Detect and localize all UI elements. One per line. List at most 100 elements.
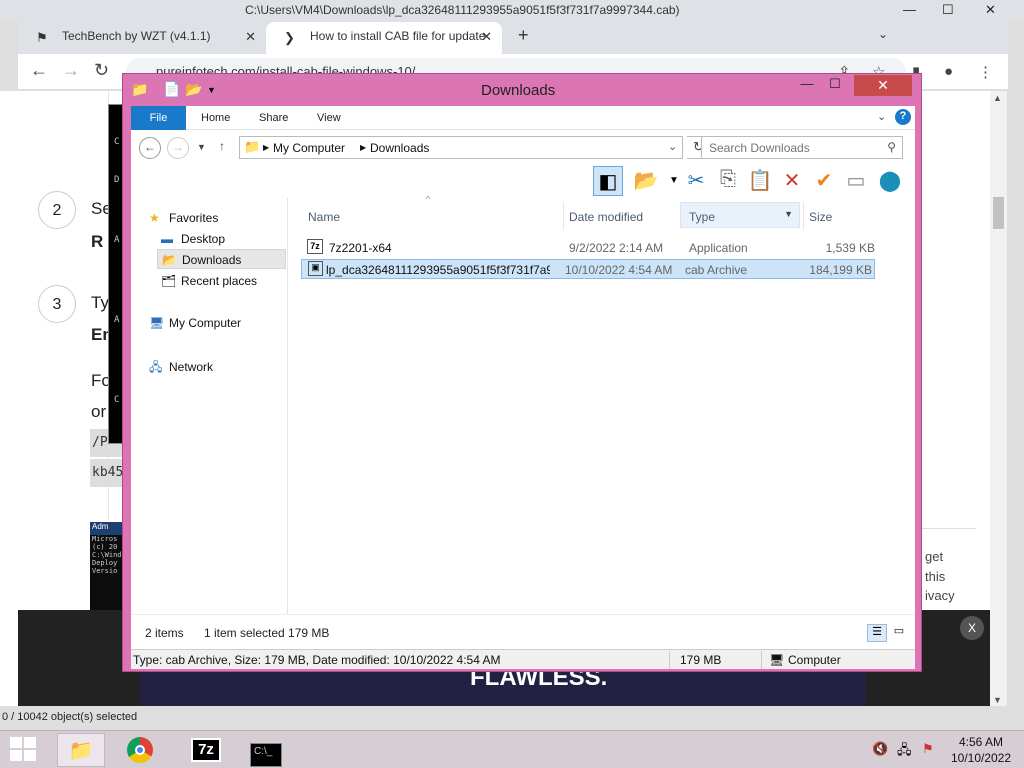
properties-icon[interactable]: 📄	[163, 81, 180, 98]
nav-favorites[interactable]: ★ Favorites	[149, 208, 218, 228]
tab-share[interactable]: Share	[259, 106, 288, 130]
tab-techbench[interactable]: ⚑ TechBench by WZT (v4.1.1) ✕	[18, 22, 266, 54]
step-number-2: 2	[38, 191, 76, 229]
forward-icon[interactable]: →	[62, 60, 80, 81]
close-icon[interactable]: ✕	[985, 2, 996, 18]
back-icon[interactable]: ←	[139, 137, 161, 159]
scroll-thumb[interactable]	[993, 197, 1004, 229]
column-filter-icon[interactable]: ▼	[784, 209, 793, 219]
file-date: 9/2/2022 2:14 AM	[569, 241, 664, 255]
back-icon[interactable]: ←	[30, 60, 48, 81]
ribbon-tabs: File Home Share View ⌄ ?	[131, 106, 915, 130]
new-tab-icon[interactable]: +	[518, 25, 529, 46]
page-scrollbar[interactable]: ▲ ▼	[990, 91, 1007, 711]
chrome-icon[interactable]	[116, 733, 164, 767]
column-date-modified[interactable]: Date modified	[569, 210, 643, 224]
thumbnail-titlebar: Adm	[90, 522, 123, 535]
tab-file[interactable]: File	[131, 106, 186, 130]
new-folder-icon[interactable]: 📂	[185, 81, 202, 98]
tab-view[interactable]: View	[317, 106, 341, 130]
recent-locations-icon[interactable]: ▼	[197, 142, 206, 152]
expand-ribbon-icon[interactable]: ⌄	[877, 110, 886, 123]
tab-install-cab[interactable]: ❯ How to install CAB file for update ✕	[266, 22, 502, 54]
delete-icon[interactable]: ✕	[777, 166, 807, 196]
7zip-icon[interactable]: 7z	[182, 733, 230, 767]
cut-icon[interactable]: ✂	[681, 166, 711, 196]
system-clock[interactable]: 4:56 AM 10/10/2022	[948, 734, 1014, 766]
ad-close-button[interactable]: X	[960, 616, 984, 640]
nav-my-computer[interactable]: 🖥 My Computer	[149, 313, 241, 333]
action-center-icon[interactable]: ⚑	[922, 741, 934, 757]
command-toolbar: ◧ 📂 ▼ ✂ ⎘ 📋 ✕ ✔ ▭ ⬤	[131, 164, 915, 198]
file-row[interactable]: 7z 7z2201-x64 9/2/2022 2:14 AM Applicati…	[301, 238, 875, 258]
menu-kebab-icon[interactable]: ⋮	[978, 63, 993, 81]
up-icon[interactable]: ↑	[219, 139, 225, 153]
column-type: Type	[689, 210, 716, 224]
search-icon[interactable]: ⚲	[887, 140, 896, 154]
column-type-header[interactable]: Type ▼	[680, 202, 800, 228]
tab-search-chevron-icon[interactable]: ⌄	[878, 27, 888, 41]
cmd-icon[interactable]: C:\_	[242, 733, 290, 767]
copy-icon[interactable]: ⎘	[713, 166, 743, 196]
large-icons-view-icon[interactable]: ▭	[889, 624, 909, 642]
column-size[interactable]: Size	[809, 210, 832, 224]
rename-icon[interactable]: ▭	[841, 166, 871, 196]
column-separator[interactable]	[563, 202, 564, 230]
preview-pane-icon[interactable]: ◧	[593, 166, 623, 196]
file-explorer-icon[interactable]: 📁	[57, 733, 105, 767]
check-icon[interactable]: ✔	[809, 166, 839, 196]
nav-network[interactable]: 🖧 Network	[149, 355, 213, 375]
maximize-icon[interactable]: ☐	[942, 2, 954, 18]
folder-options-icon[interactable]: 📂	[631, 166, 661, 196]
forward-icon[interactable]: →	[167, 137, 189, 159]
selected-file-details: Type: cab Archive, Size: 179 MB, Date mo…	[133, 653, 501, 667]
details-view-icon[interactable]: ☰	[867, 624, 887, 642]
item-count: 2 items	[145, 626, 184, 640]
paste-icon[interactable]: 📋	[745, 166, 775, 196]
breadcrumb[interactable]: 📁 ▶ My Computer ▶ Downloads ⌄	[239, 136, 683, 159]
computer-icon: 🖥	[149, 316, 165, 330]
recent-places-icon: 🗂	[161, 274, 177, 288]
network-icon: 🖧	[149, 360, 163, 374]
search-input[interactable]	[702, 137, 882, 158]
browser-window-title: C:\Users\VM4\Downloads\lp_dca32648111293…	[245, 3, 680, 17]
file-name: lp_dca32648111293955a9051f5f3f731f7a9...	[326, 263, 550, 277]
start-windows-icon[interactable]	[8, 737, 40, 763]
search-box[interactable]: ⚲	[701, 136, 903, 159]
nav-label: Network	[169, 360, 214, 374]
address-dropdown-icon[interactable]: ⌄	[668, 140, 677, 153]
nav-downloads[interactable]: 📂 Downloads	[157, 249, 286, 269]
minimize-icon[interactable]: —	[903, 2, 916, 17]
nav-label: Favorites	[169, 211, 219, 225]
column-name[interactable]: Name	[308, 210, 340, 224]
maximize-icon[interactable]: ☐	[823, 76, 847, 96]
star-icon: ★	[149, 211, 160, 225]
close-icon[interactable]: ✕	[854, 75, 912, 96]
explorer-titlebar[interactable]: 📁 📄 📂 ▼ Downloads — ☐ ✕	[123, 74, 921, 104]
page-left-gutter	[0, 91, 18, 731]
profile-avatar-icon[interactable]: ●	[944, 63, 953, 80]
shell-icon[interactable]: ⬤	[875, 166, 905, 196]
tab-close-icon[interactable]: ✕	[481, 29, 492, 45]
breadcrumb-downloads[interactable]: Downloads	[370, 141, 429, 155]
nav-desktop[interactable]: ▬ Desktop	[161, 229, 225, 249]
qat-dropdown-icon[interactable]: ▼	[207, 85, 216, 95]
help-icon[interactable]: ?	[895, 109, 911, 125]
volume-muted-icon[interactable]: 🔇	[872, 741, 888, 757]
column-separator[interactable]	[803, 202, 804, 230]
breadcrumb-my-computer[interactable]: My Computer	[273, 141, 345, 155]
computer-icon: 🖥	[769, 653, 785, 667]
scroll-up-icon[interactable]: ▲	[993, 93, 1002, 103]
reload-icon[interactable]: ↻	[94, 60, 109, 81]
explorer-content: ★ Favorites ▬ Desktop 📂 Downloads 🗂 Recent p…	[131, 194, 915, 614]
nav-recent-places[interactable]: 🗂 Recent places	[161, 271, 257, 291]
scroll-down-icon[interactable]: ▼	[993, 695, 1002, 705]
minimize-icon[interactable]: —	[795, 76, 819, 96]
taskbar: 📁 7z C:\_ 🔇 🖧 ⚑ 4:56 AM 10/10/2022	[0, 730, 1024, 768]
tab-close-icon[interactable]: ✕	[245, 29, 256, 45]
browser-tabstrip: ⚑ TechBench by WZT (v4.1.1) ✕ ❯ How to i…	[18, 20, 1008, 54]
network-tray-icon[interactable]: 🖧	[897, 741, 912, 763]
file-row-selected[interactable]: ▣ lp_dca32648111293955a9051f5f3f731f7a9.…	[301, 259, 875, 279]
tab-home[interactable]: Home	[201, 106, 230, 130]
card-text: this	[925, 569, 946, 584]
